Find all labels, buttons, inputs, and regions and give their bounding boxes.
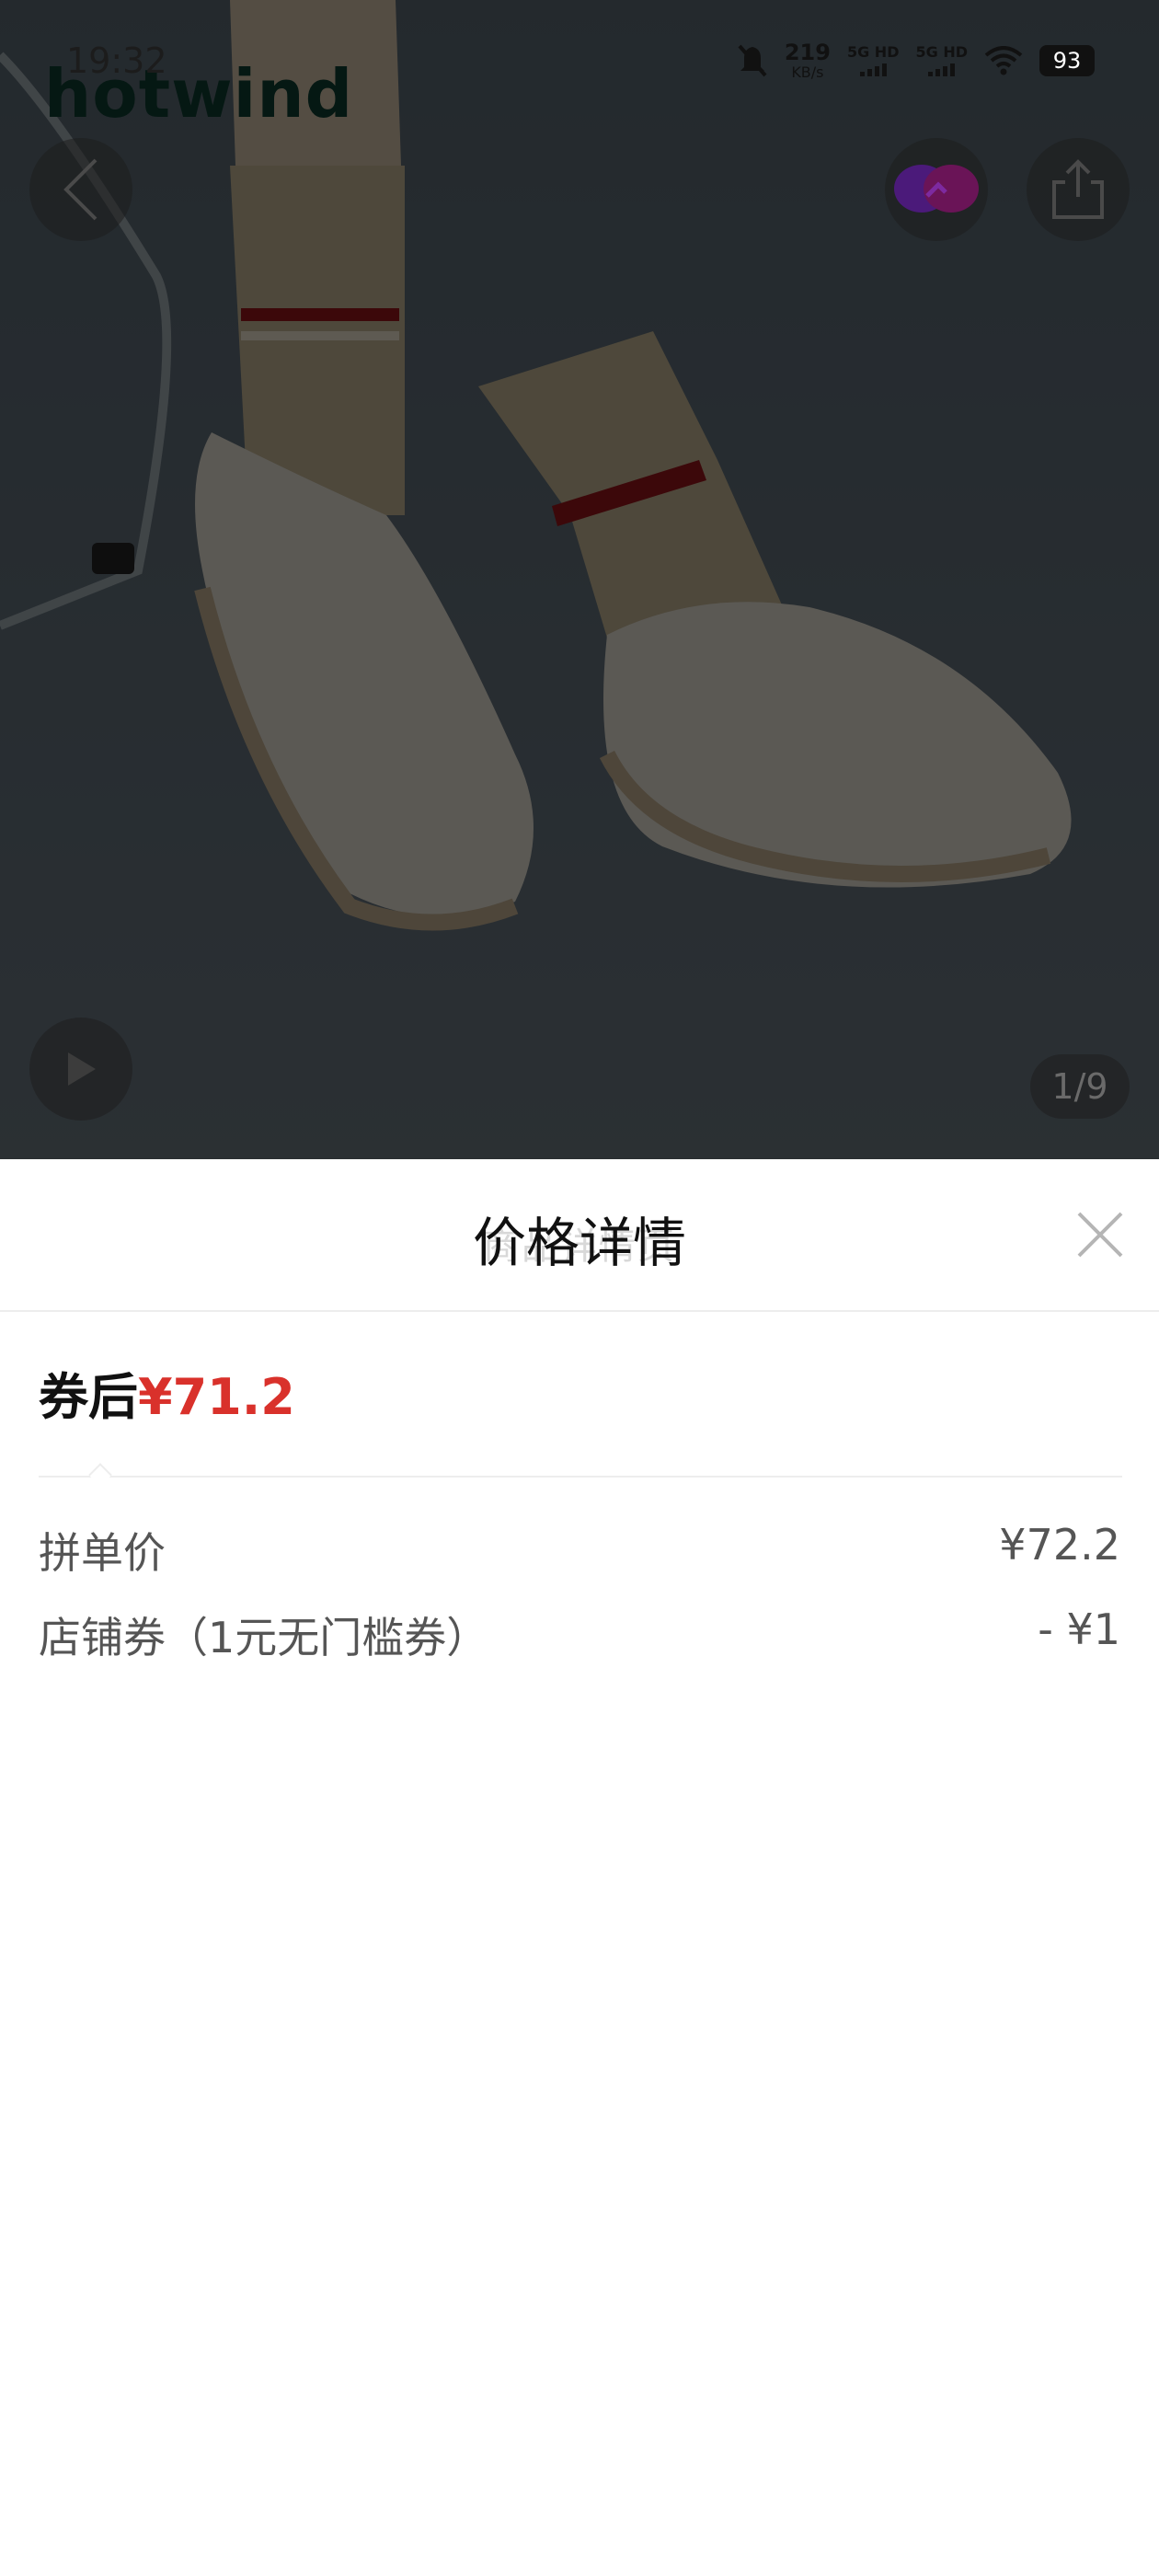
- sim2-label: 5G HD: [915, 43, 968, 61]
- heart-icon: [894, 165, 979, 213]
- close-button[interactable]: [1071, 1205, 1130, 1264]
- sheet-title: 价格详情: [472, 1212, 686, 1274]
- final-price-label: 券后: [39, 1368, 138, 1426]
- price-detail-row: 店铺券（1元无门槛券） - ¥1: [39, 1604, 1120, 1665]
- signal-sim2: 5G HD: [915, 45, 968, 76]
- play-video-button[interactable]: [29, 1018, 132, 1121]
- image-page-indicator: 1/9: [1030, 1054, 1130, 1119]
- final-price-value: ¥71.2: [138, 1368, 295, 1426]
- screen: hotwind 19:32 219 KB/s 5G HD: [0, 0, 1159, 2576]
- price-detail-row: 拼单价 ¥72.2: [39, 1520, 1120, 1581]
- signal-bars-icon: [859, 63, 887, 76]
- sim1-label: 5G HD: [846, 43, 900, 61]
- back-button[interactable]: [29, 138, 132, 241]
- final-price-row: 券后¥71.2: [39, 1356, 295, 1429]
- network-speed-value: 219: [784, 40, 831, 65]
- status-icons: 219 KB/s 5G HD 5G HD 93: [737, 39, 1095, 83]
- mute-bell-icon: [738, 44, 767, 77]
- close-icon: [1077, 1212, 1123, 1258]
- detail-label: 拼单价: [39, 1528, 166, 1578]
- divider: [39, 1476, 1122, 1478]
- detail-label: 店铺券（1元无门槛券）: [39, 1613, 489, 1662]
- share-button[interactable]: [1027, 138, 1130, 241]
- detail-value: - ¥1: [1038, 1604, 1120, 1654]
- signal-bars-icon: [928, 63, 956, 76]
- sheet-header: 商品详情页 价格详情: [0, 1159, 1159, 1312]
- network-speed: 219 KB/s: [785, 41, 831, 80]
- detail-value: ¥72.2: [999, 1520, 1120, 1570]
- play-icon: [68, 1052, 96, 1086]
- divider-pointer: [88, 1463, 112, 1487]
- battery-indicator: 93: [1039, 45, 1095, 76]
- share-icon: [1052, 159, 1104, 219]
- status-time: 19:32: [66, 40, 167, 81]
- back-arrow-icon: [63, 158, 98, 221]
- price-details-sheet: 商品详情页 价格详情 券后¥71.2 拼单价 ¥72.2 店铺券（1元无门槛券）…: [0, 1159, 1159, 2576]
- signal-sim1: 5G HD: [846, 43, 900, 76]
- product-image-gallery[interactable]: hotwind 19:32 219 KB/s 5G HD: [0, 0, 1159, 1159]
- wifi-icon: [984, 46, 1023, 75]
- network-speed-unit: KB/s: [791, 63, 824, 81]
- favorite-button[interactable]: [885, 138, 988, 241]
- status-bar: 19:32 219 KB/s 5G HD 5G HD 93: [0, 0, 1159, 110]
